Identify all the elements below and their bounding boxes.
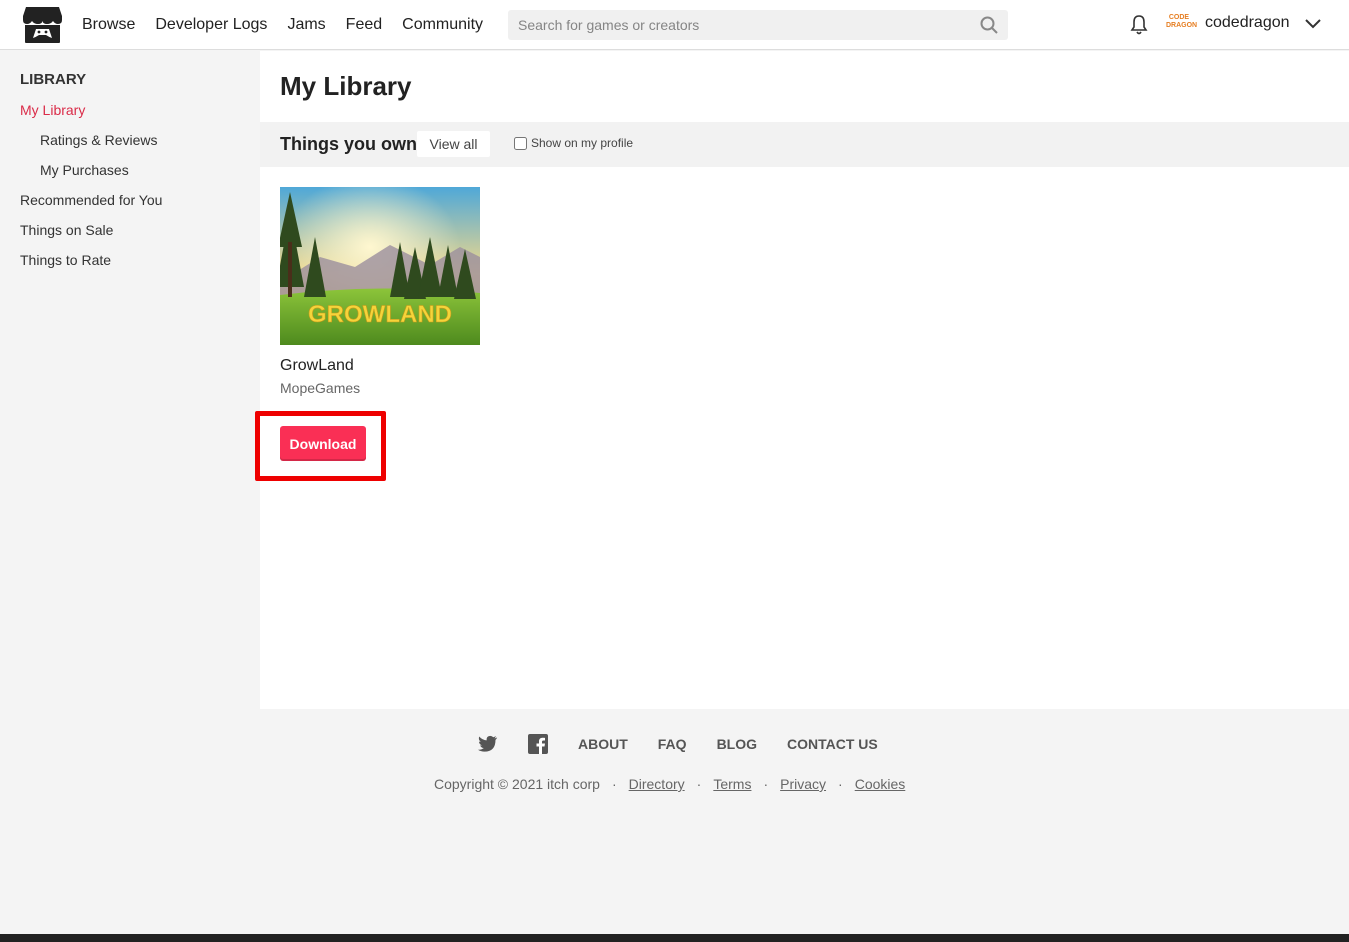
footer-faq-link[interactable]: FAQ [658,736,687,752]
game-thumbnail[interactable]: GROWLAND [280,187,480,345]
itch-logo-icon[interactable] [22,6,63,44]
footer-links: ABOUT FAQ BLOG CONTACT US [478,733,878,755]
bottom-strip [0,934,1349,942]
game-author[interactable]: MopeGames [280,380,360,396]
nav-feed[interactable]: Feed [346,16,382,34]
owned-section-header: Things you own View all Show on my profi… [260,122,1349,167]
copyright-row: Copyright © 2021 itch corp · Directory ·… [434,776,905,792]
footer-contact-link[interactable]: CONTACT US [787,736,878,752]
sidebar-item-ratings-reviews[interactable]: Ratings & Reviews [40,132,158,148]
terms-link[interactable]: Terms [713,776,751,792]
username[interactable]: codedragon [1205,14,1290,32]
notification-bell-icon[interactable] [1129,14,1149,36]
copyright-text: Copyright © 2021 itch corp [434,776,600,792]
main-content: My Library Things you own View all Show … [260,51,1349,709]
game-cell: GROWLAND GrowLand MopeGames [280,187,480,396]
game-title[interactable]: GrowLand [280,357,354,375]
search-box [508,10,1008,40]
sidebar-item-things-on-sale[interactable]: Things on Sale [20,222,113,238]
view-all-button[interactable]: View all [417,131,490,157]
nav-browse[interactable]: Browse [82,16,135,34]
main-nav: Browse Developer Logs Jams Feed Communit… [82,0,483,50]
search-icon[interactable] [980,16,998,34]
sidebar-item-recommended[interactable]: Recommended for You [20,192,162,208]
nav-developer-logs[interactable]: Developer Logs [155,16,267,34]
section-title: Things you own [280,134,417,154]
separator-dot: · [611,776,617,792]
library-sidebar: LIBRARY My Library Ratings & Reviews My … [0,51,260,709]
separator-dot: · [696,776,702,792]
page-title: My Library [280,71,412,101]
nav-community[interactable]: Community [402,16,483,34]
download-button[interactable]: Download [280,426,366,461]
separator-dot: · [838,776,843,792]
twitter-icon[interactable] [478,734,498,754]
facebook-icon[interactable] [528,734,548,754]
sidebar-heading: LIBRARY [20,71,87,88]
chevron-down-icon[interactable] [1304,17,1322,31]
avatar[interactable]: CODE DRAGON [1166,14,1197,34]
nav-jams[interactable]: Jams [287,16,325,34]
search-input[interactable] [508,10,968,40]
show-on-profile-checkbox[interactable] [514,136,527,150]
sidebar-item-my-library[interactable]: My Library [20,102,85,118]
footer-blog-link[interactable]: BLOG [717,736,757,752]
directory-link[interactable]: Directory [629,776,685,792]
top-header: Browse Developer Logs Jams Feed Communit… [0,0,1349,50]
thumbnail-logo-text: GROWLAND [308,301,452,328]
show-on-profile-label: Show on my profile [531,136,634,150]
sidebar-item-things-to-rate[interactable]: Things to Rate [20,252,111,268]
footer-about-link[interactable]: ABOUT [578,736,628,752]
privacy-link[interactable]: Privacy [780,776,826,792]
show-on-profile-option[interactable]: Show on my profile [514,136,633,150]
sidebar-item-my-purchases[interactable]: My Purchases [40,162,129,178]
separator-dot: · [763,776,769,792]
cookies-link[interactable]: Cookies [855,776,906,792]
